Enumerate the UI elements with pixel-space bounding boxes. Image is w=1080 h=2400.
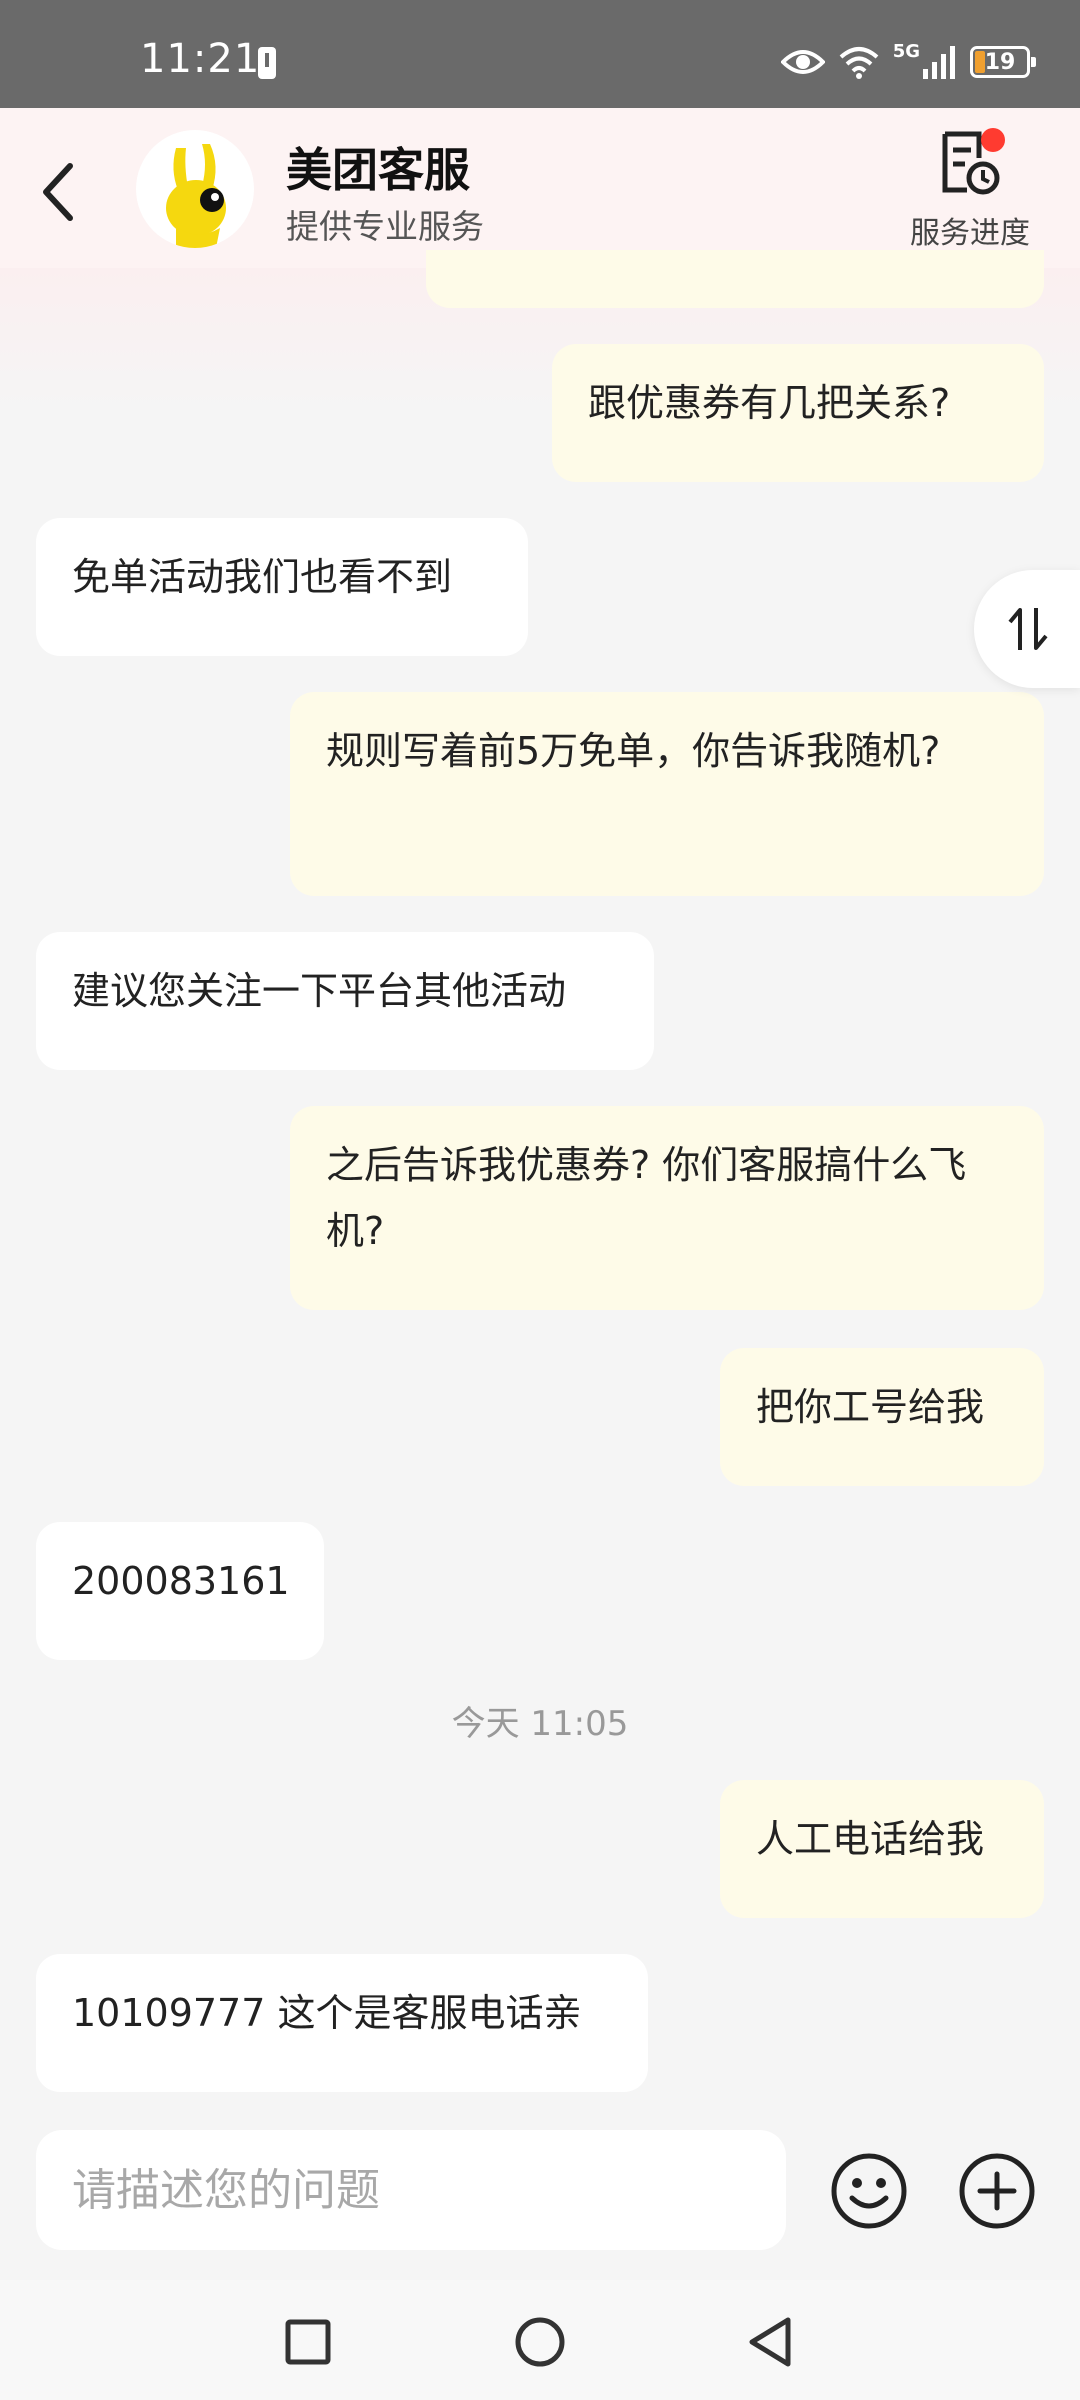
chat-bubble-incoming: 10109777 这个是客服电话亲 (36, 1954, 648, 2092)
service-progress-button[interactable]: 服务进度 (900, 128, 1040, 258)
page-subtitle: 提供专业服务 (286, 207, 484, 246)
message-text: 规则写着前5万免单，你告诉我随机? (326, 729, 941, 773)
chat-bubble-outgoing: 人工电话给我 (720, 1780, 1044, 1918)
message-input[interactable] (36, 2130, 786, 2250)
message-text: 免单活动我们也看不到 (72, 555, 453, 599)
wifi-icon (839, 47, 879, 79)
battery-alert-icon (258, 47, 276, 79)
avatar[interactable] (136, 130, 254, 248)
service-progress-label: 服务进度 (910, 216, 1030, 251)
network-type: 5G (892, 40, 920, 62)
message-text: 人工电话给我 (756, 1817, 985, 1861)
back-button[interactable] (30, 152, 90, 232)
message-text: 跟优惠券有几把关系? (588, 381, 951, 425)
status-time: 11:21 (140, 36, 261, 82)
message-text: 10109777 这个是客服电话亲 (72, 1991, 582, 2035)
message-text: 200083161 (72, 1559, 290, 1603)
page-title: 美团客服 (286, 143, 470, 197)
back-nav-button[interactable] (740, 2312, 800, 2372)
chat-header: 美团客服 提供专业服务 服务进度 (0, 108, 1080, 268)
status-icons: 5G 19 (780, 40, 1036, 84)
scroll-toggle-button[interactable] (974, 570, 1080, 688)
chat-bubble-outgoing: 之后告诉我优惠券? 你们客服搞什么飞机? (290, 1106, 1044, 1310)
signal-icon (923, 46, 955, 79)
chat-timestamp: 今天 11:05 (451, 1704, 629, 1744)
kangaroo-mascot-icon (166, 144, 226, 248)
eye-icon (780, 50, 825, 74)
chat-bubble-outgoing: 把你工号给我 (720, 1348, 1044, 1486)
recent-apps-button[interactable] (278, 2312, 338, 2372)
message-text: 建议您关注一下平台其他活动 (72, 969, 567, 1013)
chat-bubble-outgoing: 跟优惠券有几把关系? (552, 344, 1044, 482)
status-bar: 11:21 5G 19 (0, 0, 1080, 108)
battery-icon: 19 (970, 46, 1036, 78)
battery-level: 19 (984, 49, 1016, 75)
chat-bubble-incoming: 免单活动我们也看不到 (36, 518, 528, 656)
notification-dot (981, 128, 1005, 152)
smiley-icon[interactable] (830, 2152, 908, 2230)
home-button[interactable] (510, 2312, 570, 2372)
chat-bubble-incoming: 200083161 (36, 1522, 324, 1660)
document-clock-icon (935, 128, 1005, 198)
chat-bubble-incoming: 建议您关注一下平台其他活动 (36, 932, 654, 1070)
chat-bubble-outgoing: 规则写着前5万免单，你告诉我随机? (290, 692, 1044, 896)
system-nav-bar (0, 2280, 1080, 2400)
swap-vertical-icon (1008, 608, 1048, 650)
message-text: 之后告诉我优惠券? 你们客服搞什么飞机? (326, 1143, 967, 1253)
message-text: 把你工号给我 (756, 1385, 985, 1429)
chat-bubble-partial (426, 250, 1044, 308)
plus-circle-icon[interactable] (958, 2152, 1036, 2230)
